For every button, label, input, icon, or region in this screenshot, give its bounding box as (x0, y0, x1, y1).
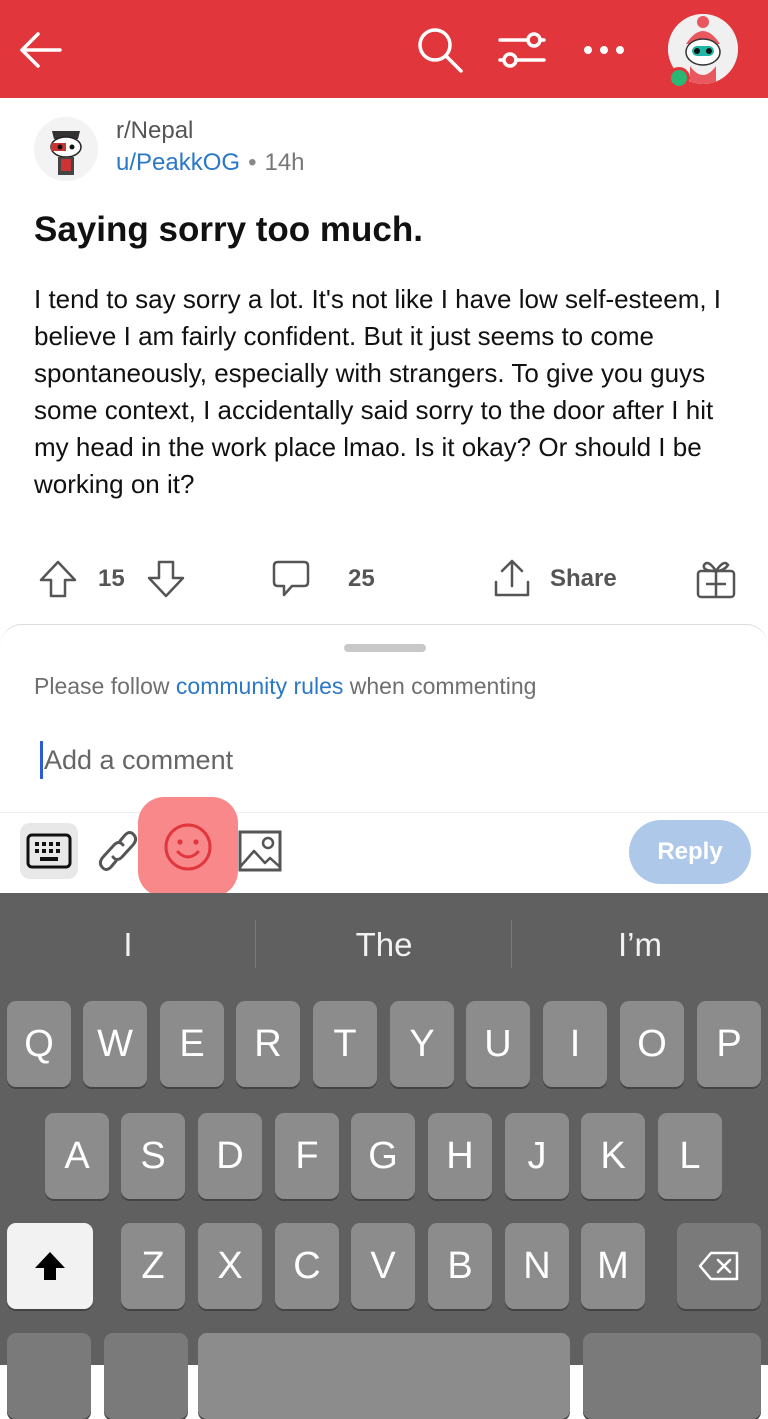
share-icon[interactable] (492, 555, 532, 603)
sort-filter-icon[interactable] (492, 20, 552, 80)
author-name[interactable]: u/PeakkOG (116, 149, 240, 176)
key-p[interactable]: P (697, 1001, 761, 1087)
emoji-key[interactable] (104, 1333, 188, 1419)
share-label[interactable]: Share (550, 555, 617, 603)
text-caret (40, 741, 43, 779)
reply-button[interactable]: Reply (629, 820, 751, 884)
key-r[interactable]: R (236, 1001, 300, 1087)
post-title: Saying sorry too much. (34, 210, 423, 249)
image-icon[interactable] (234, 826, 286, 876)
search-icon[interactable] (410, 20, 470, 80)
backspace-key[interactable] (677, 1223, 761, 1309)
key-z[interactable]: Z (121, 1223, 185, 1309)
key-i[interactable]: I (543, 1001, 607, 1087)
subreddit-avatar[interactable] (34, 117, 98, 181)
key-y[interactable]: Y (390, 1001, 454, 1087)
key-a[interactable]: A (45, 1113, 109, 1199)
downvote-icon[interactable] (146, 555, 186, 603)
key-w[interactable]: W (83, 1001, 147, 1087)
key-d[interactable]: D (198, 1113, 262, 1199)
key-s[interactable]: S (121, 1113, 185, 1199)
key-h[interactable]: H (428, 1113, 492, 1199)
rules-suffix: when commenting (349, 673, 537, 699)
key-c[interactable]: C (275, 1223, 339, 1309)
backspace-icon (698, 1251, 739, 1281)
space-key[interactable] (198, 1333, 570, 1419)
comment-icon[interactable] (270, 555, 312, 603)
key-x[interactable]: X (198, 1223, 262, 1309)
sheet-drag-handle[interactable] (344, 644, 426, 652)
online-status-dot (668, 67, 690, 89)
key-v[interactable]: V (351, 1223, 415, 1309)
shift-arrow-icon (35, 1252, 65, 1280)
comment-input[interactable] (34, 736, 734, 784)
key-j[interactable]: J (505, 1113, 569, 1199)
suggestion-2[interactable]: The (256, 893, 512, 997)
emoji-icon[interactable] (138, 797, 238, 897)
return-key[interactable] (583, 1333, 761, 1419)
key-n[interactable]: N (505, 1223, 569, 1309)
post-actions: 15 25 Share (34, 555, 744, 603)
composer-divider (0, 812, 768, 813)
suggestion-1[interactable]: I (0, 893, 256, 997)
link-icon[interactable] (96, 826, 140, 876)
community-rules-link[interactable]: community rules (176, 673, 343, 699)
key-u[interactable]: U (466, 1001, 530, 1087)
keyboard-icon[interactable] (20, 823, 78, 879)
key-b[interactable]: B (428, 1223, 492, 1309)
community-rules-note: Please follow community rules when comme… (34, 673, 536, 700)
back-arrow-icon[interactable] (10, 20, 70, 80)
suggestion-3[interactable]: I’m (512, 893, 768, 997)
post-body: I tend to say sorry a lot. It's not like… (34, 284, 722, 499)
comment-count: 25 (348, 565, 375, 592)
post-header: r/Nepal u/PeakkOG • 14h (34, 113, 734, 183)
rules-prefix: Please follow (34, 673, 170, 699)
post-time: 14h (264, 149, 305, 176)
key-f[interactable]: F (275, 1113, 339, 1199)
key-k[interactable]: K (581, 1113, 645, 1199)
key-q[interactable]: Q (7, 1001, 71, 1087)
key-l[interactable]: L (658, 1113, 722, 1199)
key-g[interactable]: G (351, 1113, 415, 1199)
key-t[interactable]: T (313, 1001, 377, 1087)
award-gift-icon[interactable] (694, 555, 738, 603)
key-o[interactable]: O (620, 1001, 684, 1087)
upvote-icon[interactable] (38, 555, 78, 603)
meta-separator: • (248, 149, 257, 176)
more-icon[interactable] (574, 20, 634, 80)
vote-count: 15 (98, 565, 125, 592)
key-e[interactable]: E (160, 1001, 224, 1087)
top-bar (0, 0, 768, 98)
numbers-key[interactable] (7, 1333, 91, 1419)
shift-key[interactable] (7, 1223, 93, 1309)
subreddit-name[interactable]: r/Nepal (116, 117, 193, 145)
key-m[interactable]: M (581, 1223, 645, 1309)
author-line: u/PeakkOG • 14h (116, 149, 305, 177)
